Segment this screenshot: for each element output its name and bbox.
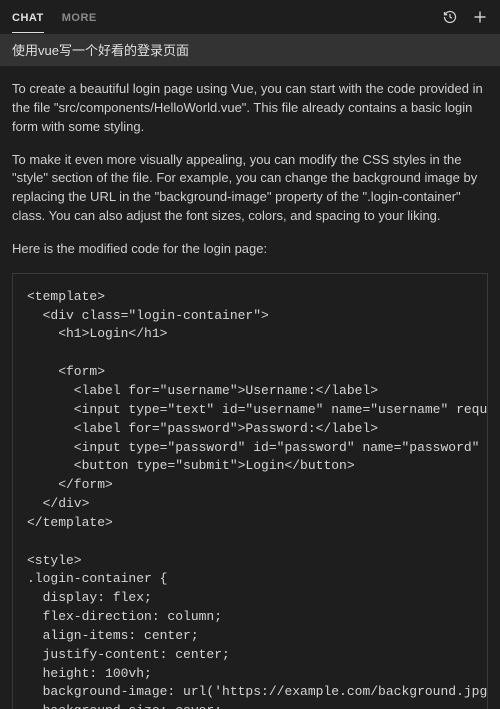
tabs: CHAT MORE xyxy=(12,0,97,34)
topbar-actions xyxy=(442,9,488,25)
tab-chat[interactable]: CHAT xyxy=(12,2,44,33)
response-paragraph: To create a beautiful login page using V… xyxy=(12,80,488,137)
tab-more[interactable]: MORE xyxy=(62,2,97,33)
response-paragraph: To make it even more visually appealing,… xyxy=(12,151,488,226)
assistant-response: To create a beautiful login page using V… xyxy=(0,66,500,259)
code-block[interactable]: <template> <div class="login-container">… xyxy=(12,273,488,709)
history-icon[interactable] xyxy=(442,9,458,25)
user-prompt: 使用vue写一个好看的登录页面 xyxy=(0,34,500,66)
response-paragraph: Here is the modified code for the login … xyxy=(12,240,488,259)
topbar: CHAT MORE xyxy=(0,0,500,34)
plus-icon[interactable] xyxy=(472,9,488,25)
